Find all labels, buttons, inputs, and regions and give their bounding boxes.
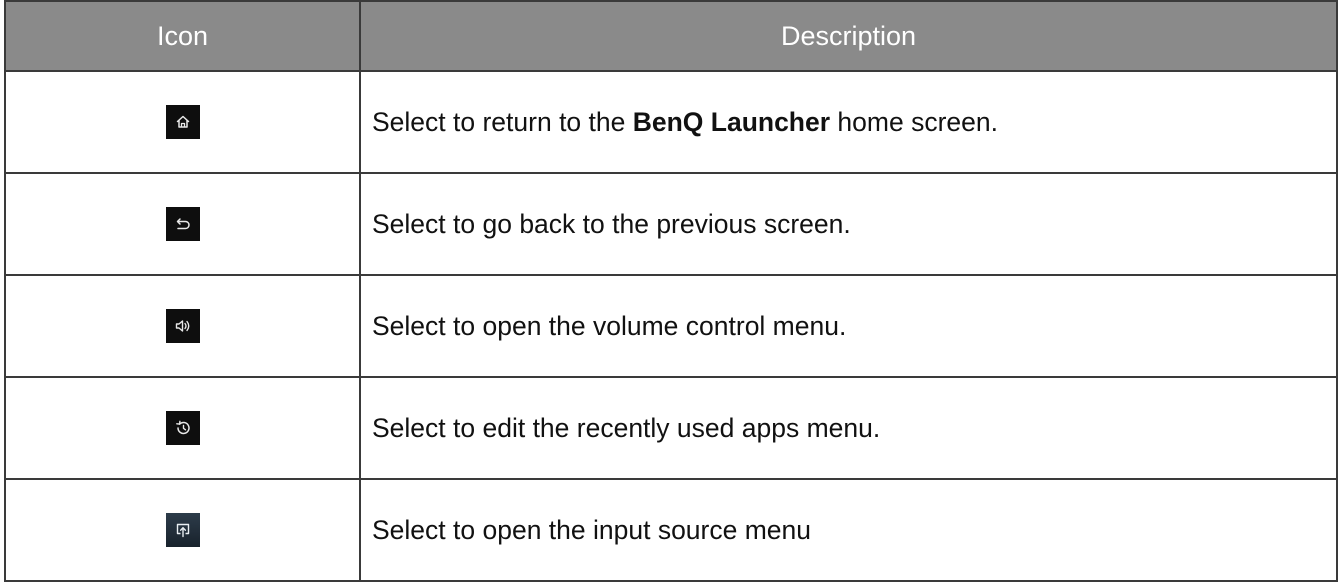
description-text-after: home screen. [830, 106, 998, 137]
table-header-row: Icon Description [4, 0, 1338, 72]
icon-cell [4, 274, 361, 378]
input-source-icon [165, 513, 200, 547]
table-row: Select to open the input source menu [4, 478, 1338, 582]
description-cell: Select to open the input source menu [359, 478, 1338, 582]
icon-cell [4, 478, 361, 582]
recent-apps-icon [165, 411, 200, 445]
icon-cell [4, 376, 361, 480]
icon-column-header: Icon [4, 0, 361, 72]
description-cell: Select to return to the BenQ Launcher ho… [359, 70, 1338, 174]
table-row: Select to open the volume control menu. [4, 274, 1338, 378]
home-icon [165, 105, 200, 139]
back-icon [165, 207, 200, 241]
description-column-header: Description [359, 0, 1338, 72]
table-row: Select to go back to the previous screen… [4, 172, 1338, 276]
volume-icon [165, 309, 200, 343]
description-bold-text: BenQ Launcher [632, 106, 831, 137]
icon-description-table: Icon Description Select to return to the… [4, 0, 1338, 582]
table-row: Select to return to the BenQ Launcher ho… [4, 70, 1338, 174]
description-text-before: Select to return to the [372, 106, 633, 137]
icon-cell [4, 70, 361, 174]
description-cell: Select to go back to the previous screen… [359, 172, 1338, 276]
description-cell: Select to open the volume control menu. [359, 274, 1338, 378]
table-row: Select to edit the recently used apps me… [4, 376, 1338, 480]
description-cell: Select to edit the recently used apps me… [359, 376, 1338, 480]
icon-cell [4, 172, 361, 276]
